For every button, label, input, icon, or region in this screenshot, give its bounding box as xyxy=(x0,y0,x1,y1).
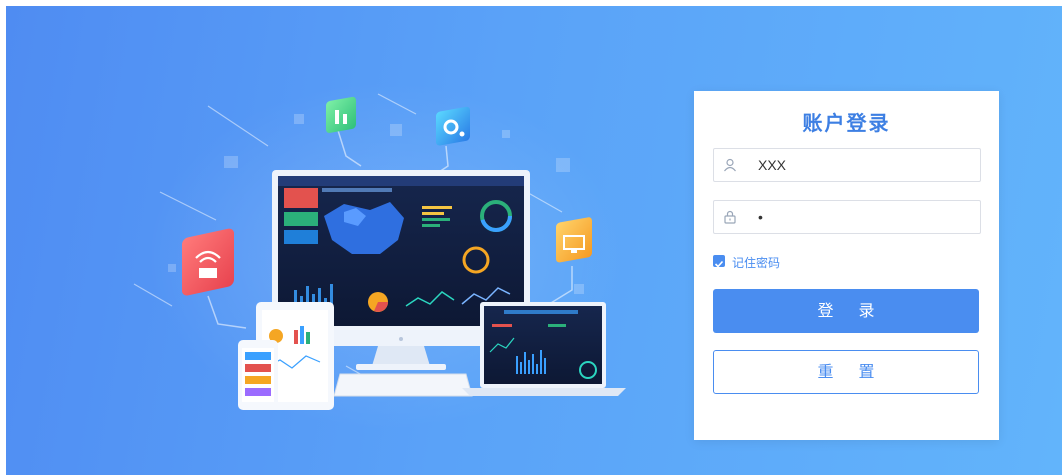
login-background: 账户登录 记住密码 登 录 重 置 xyxy=(6,6,1062,475)
reset-button[interactable]: 重 置 xyxy=(713,350,979,394)
laptop-device xyxy=(462,302,626,396)
remember-password-label[interactable]: 记住密码 xyxy=(732,254,780,271)
floating-monitor-icon xyxy=(556,217,592,263)
username-field[interactable] xyxy=(713,148,981,182)
password-field[interactable] xyxy=(713,200,981,234)
phone-device xyxy=(238,340,278,410)
checkbox-checked-icon[interactable] xyxy=(713,255,725,268)
hero-illustration xyxy=(133,93,626,410)
floating-gear-icon xyxy=(436,106,470,146)
user-icon xyxy=(724,158,736,172)
password-input[interactable] xyxy=(758,201,968,233)
login-button[interactable]: 登 录 xyxy=(713,289,979,333)
lock-icon xyxy=(724,210,736,224)
floating-router-icon xyxy=(182,228,234,296)
username-input[interactable] xyxy=(758,149,968,181)
login-panel: 账户登录 记住密码 登 录 重 置 xyxy=(694,91,999,440)
floating-chart-icon xyxy=(326,96,356,133)
keyboard xyxy=(333,373,473,397)
login-title: 账户登录 xyxy=(802,111,891,135)
